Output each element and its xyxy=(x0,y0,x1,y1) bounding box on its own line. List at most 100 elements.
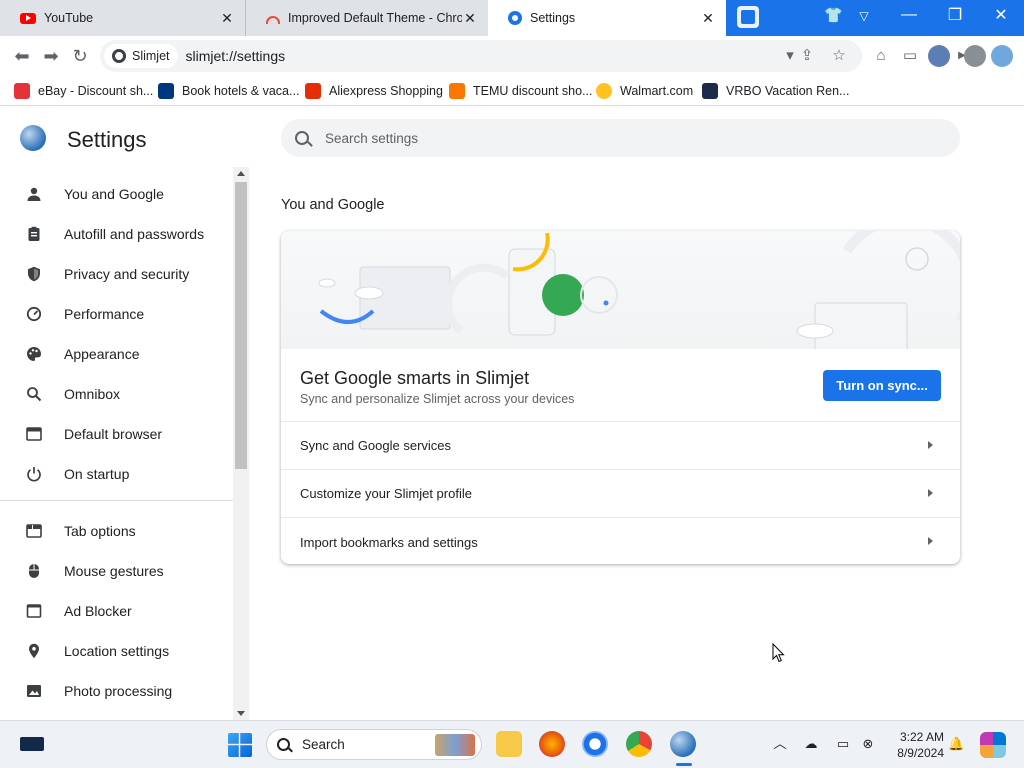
tab-youtube[interactable]: YouTube ✕ xyxy=(0,0,245,36)
row-customize-profile[interactable]: Customize your Slimjet profile xyxy=(281,470,960,518)
chrome-icon[interactable] xyxy=(626,731,652,757)
sidebar-item-label: Photo processing xyxy=(64,683,173,699)
vrbo-icon xyxy=(702,83,718,99)
omnibox[interactable]: Slimjet slimjet://settings xyxy=(100,40,862,72)
sidebar-item-default-browser[interactable]: Default browser xyxy=(0,414,233,454)
chevron-down-icon[interactable]: ▽ xyxy=(854,6,874,26)
system-clock[interactable]: 3:22 AM 8/9/2024 xyxy=(888,729,944,761)
mouse-icon xyxy=(25,562,43,580)
window-icon xyxy=(25,602,43,620)
settings-search-input[interactable] xyxy=(325,130,925,146)
widgets-sports-icon[interactable] xyxy=(20,737,44,751)
power-icon xyxy=(25,465,43,483)
tab-settings[interactable]: Settings ✕ xyxy=(488,0,726,36)
url-text[interactable]: slimjet://settings xyxy=(186,48,286,64)
active-app-indicator xyxy=(676,763,692,766)
sidebar-item-on-startup[interactable]: On startup xyxy=(0,454,233,494)
chevron-right-icon xyxy=(928,489,933,497)
turn-on-sync-button[interactable]: Turn on sync... xyxy=(823,370,941,401)
row-sync-and-google-services[interactable]: Sync and Google services xyxy=(281,422,960,470)
sidebar-item-photo-processing[interactable]: Photo processing xyxy=(0,671,233,711)
new-tab-icon[interactable] xyxy=(737,6,759,28)
sidebar-item-location-settings[interactable]: Location settings xyxy=(0,631,233,671)
tab-improved-default-theme[interactable]: Improved Default Theme - Chro ✕ xyxy=(245,0,488,36)
tab-title: Improved Default Theme - Chro xyxy=(288,11,462,25)
sidebar-item-ad-blocker[interactable]: Ad Blocker xyxy=(0,591,233,631)
sidebar-item-label: Default browser xyxy=(64,426,163,442)
sidebar-item-autofill[interactable]: Autofill and passwords xyxy=(0,214,233,254)
onedrive-cloud-icon[interactable]: ☁ xyxy=(803,736,819,752)
home-icon[interactable]: ⌂ xyxy=(871,46,891,66)
row-import-bookmarks[interactable]: Import bookmarks and settings xyxy=(281,518,960,564)
sidebar-item-you-and-google[interactable]: You and Google xyxy=(0,174,233,214)
scroll-thumb[interactable] xyxy=(235,182,247,469)
bookmarks-bar: eBay - Discount sh... Book hotels & vaca… xyxy=(0,76,1024,106)
bookmark-ebay[interactable]: eBay - Discount sh... xyxy=(14,81,153,101)
reload-icon[interactable]: ↻ xyxy=(70,46,90,66)
extension-globe-icon[interactable] xyxy=(928,45,950,67)
close-icon[interactable]: ✕ xyxy=(700,10,716,26)
bookmark-temu[interactable]: TEMU discount sho... xyxy=(449,81,593,101)
sidebar-item-mouse-gestures[interactable]: Mouse gestures xyxy=(0,551,233,591)
theme-shirt-icon[interactable]: 👕 xyxy=(824,7,843,25)
site-chip-label: Slimjet xyxy=(132,49,170,63)
search-highlight-books-icon xyxy=(435,733,475,756)
sidebar-item-performance[interactable]: Performance xyxy=(0,294,233,334)
sidebar-divider xyxy=(0,500,233,501)
sync-promo-row: Get Google smarts in Slimjet Sync and pe… xyxy=(281,349,960,422)
bookmark-vrbo[interactable]: VRBO Vacation Ren... xyxy=(702,81,849,101)
forward-arrow-icon[interactable]: ➡ xyxy=(41,46,61,66)
share-icon[interactable]: ⇪ xyxy=(797,46,817,66)
bookmark-label: Book hotels & vaca... xyxy=(182,84,300,98)
sidebar-scrollbar[interactable] xyxy=(233,167,249,720)
copilot-icon[interactable] xyxy=(980,732,1006,758)
close-icon[interactable]: ✕ xyxy=(219,10,235,26)
search-icon xyxy=(277,738,290,751)
sidebar-window-icon[interactable]: ▭ xyxy=(900,46,920,66)
sidebar-item-label: Mouse gestures xyxy=(64,563,164,579)
sidebar-item-privacy[interactable]: Privacy and security xyxy=(0,254,233,294)
bookmark-label: eBay - Discount sh... xyxy=(38,84,154,98)
file-explorer-icon[interactable] xyxy=(496,731,522,757)
sync-banner-illustration xyxy=(281,231,960,349)
scroll-up-arrow-icon[interactable] xyxy=(237,171,245,176)
sidebar-item-label: Tab options xyxy=(64,523,136,539)
sidebar-item-appearance[interactable]: Appearance xyxy=(0,334,233,374)
slimjet-taskbar-icon[interactable] xyxy=(670,731,696,757)
bookmark-booking[interactable]: Book hotels & vaca... xyxy=(158,81,299,101)
taskbar-search-box[interactable]: Search xyxy=(266,729,482,760)
clock-time: 3:22 AM xyxy=(899,730,944,744)
chevron-up-icon[interactable]: ︿ xyxy=(772,736,788,752)
tab-icon xyxy=(25,522,43,540)
sync-promo-subheading: Sync and personalize Slimjet across your… xyxy=(300,392,575,406)
extension-world-icon[interactable] xyxy=(991,45,1013,67)
minimize-button[interactable]: — xyxy=(886,0,932,30)
taskbar-search-label: Search xyxy=(302,737,345,752)
restore-button[interactable]: ❐ xyxy=(932,0,978,30)
sidebar-item-label: Omnibox xyxy=(64,386,121,402)
chevron-right-icon xyxy=(928,441,933,449)
close-icon[interactable]: ✕ xyxy=(462,10,478,26)
palette-icon xyxy=(25,345,43,363)
bookmark-aliexpress[interactable]: Aliexpress Shopping xyxy=(305,81,443,101)
speedometer-icon xyxy=(25,305,43,323)
scroll-down-arrow-icon[interactable] xyxy=(237,711,245,716)
back-arrow-icon[interactable]: ⬅ xyxy=(12,46,32,66)
network-icon[interactable]: ⊗ xyxy=(860,736,876,752)
firefox-icon[interactable] xyxy=(539,731,565,757)
site-chip[interactable]: Slimjet xyxy=(104,44,178,68)
profile-avatar-icon[interactable] xyxy=(964,45,986,67)
chromium-icon[interactable] xyxy=(582,731,608,757)
monitor-icon[interactable]: ▭ xyxy=(835,736,851,752)
settings-search-box[interactable] xyxy=(281,119,960,157)
notification-bell-icon[interactable]: 🔔 xyxy=(948,736,964,752)
windows-start-icon[interactable] xyxy=(228,733,252,757)
sidebar-item-omnibox[interactable]: Omnibox xyxy=(0,374,233,414)
close-window-button[interactable]: ✕ xyxy=(978,0,1024,30)
search-icon xyxy=(295,131,309,145)
bookmark-star-icon[interactable]: ☆ xyxy=(829,46,849,66)
image-icon xyxy=(25,682,43,700)
bookmark-walmart[interactable]: Walmart.com xyxy=(596,81,693,101)
row-label: Customize your Slimjet profile xyxy=(300,486,472,501)
sidebar-item-tab-options[interactable]: Tab options xyxy=(0,511,233,551)
